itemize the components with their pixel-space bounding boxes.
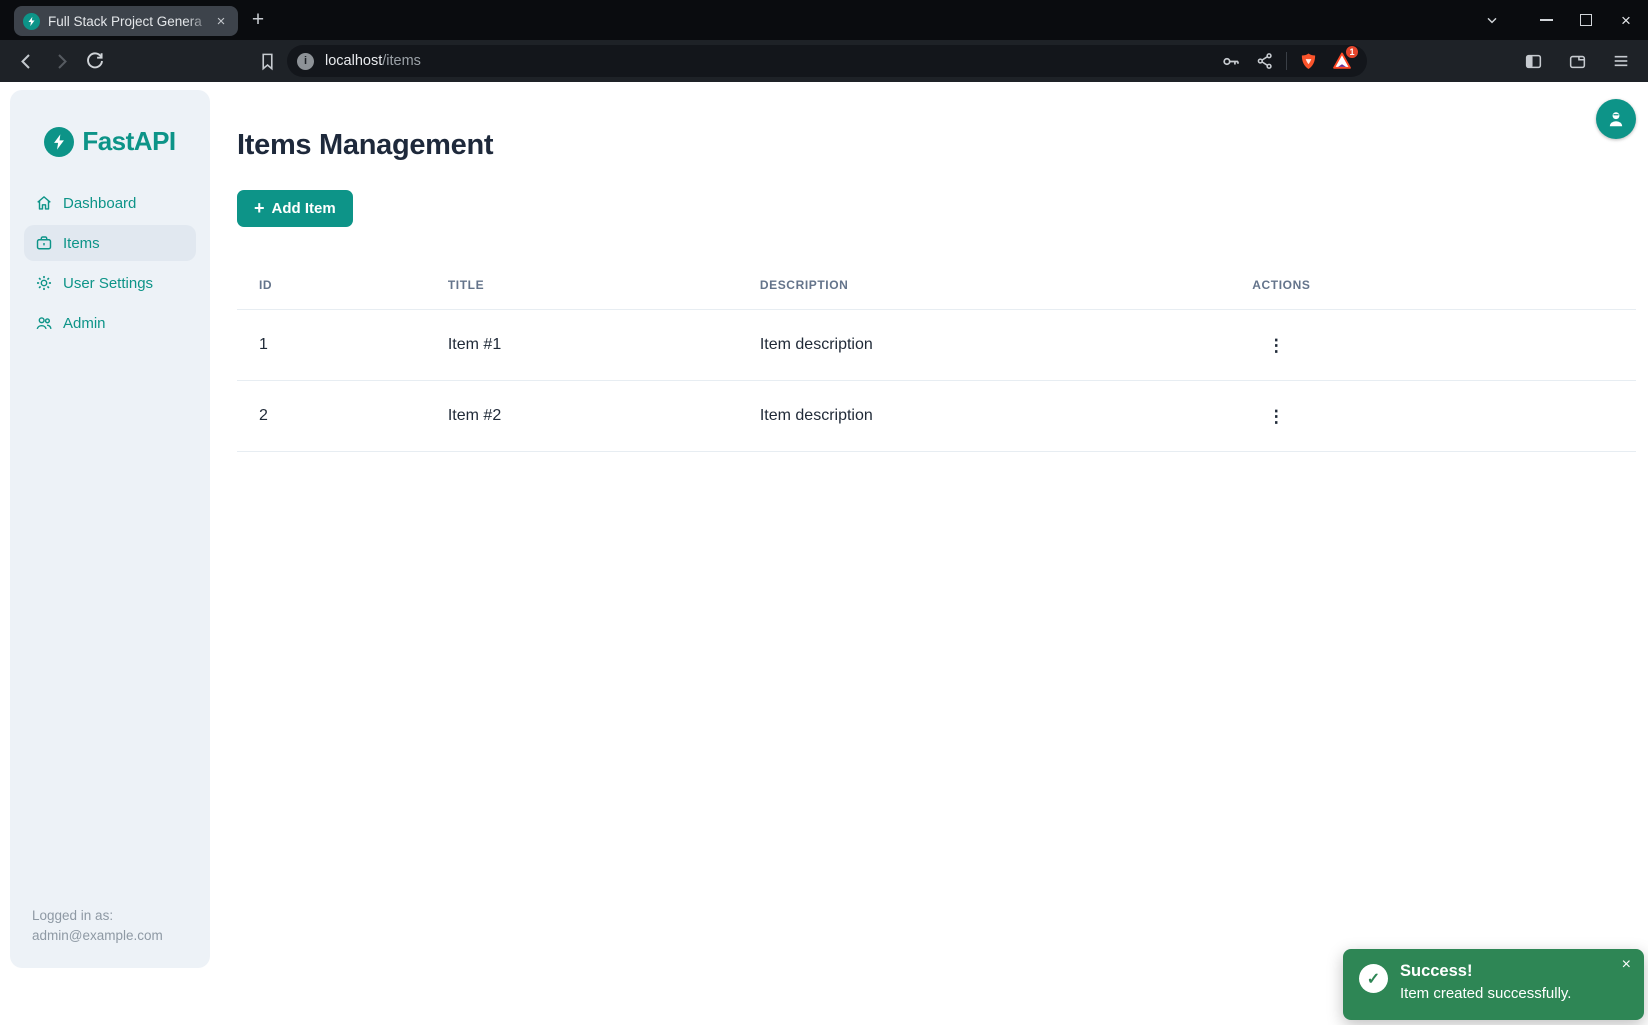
tab-strip: Full Stack Project Genera × + × [0, 0, 1648, 40]
logged-in-info: Logged in as: admin@example.com [32, 906, 163, 946]
reload-button[interactable] [82, 48, 108, 74]
logged-in-label: Logged in as: [32, 906, 163, 926]
home-icon [35, 194, 53, 212]
add-item-button[interactable]: + Add Item [237, 190, 353, 227]
page-content: FastAPI Dashboard Items User Settings Ad… [0, 82, 1648, 1025]
cell-id: 1 [237, 310, 426, 381]
site-info-icon[interactable]: i [297, 53, 314, 70]
back-button[interactable] [14, 48, 40, 74]
bookmarks-icon[interactable] [258, 52, 277, 71]
window-close-button[interactable]: × [1612, 6, 1640, 34]
column-header-title: TITLE [426, 262, 738, 310]
fastapi-logo: FastAPI [10, 90, 210, 157]
sidebar-item-label: User Settings [63, 275, 153, 292]
toast-message: Item created successfully. [1400, 985, 1571, 1002]
sidebar-item-user-settings[interactable]: User Settings [24, 265, 196, 301]
sidebar-item-label: Items [63, 235, 100, 252]
row-actions-kebab-icon[interactable]: ⋮ [1262, 402, 1290, 430]
table-row: 2 Item #2 Item description ⋮ [237, 381, 1636, 452]
add-item-label: Add Item [272, 200, 336, 217]
sidebar: FastAPI Dashboard Items User Settings Ad… [10, 90, 210, 968]
main-content: Items Management + Add Item ID TITLE DES… [237, 82, 1636, 452]
toast-content: Success! Item created successfully. [1400, 962, 1571, 1006]
window-controls: × [1478, 0, 1640, 40]
toast-title: Success! [1400, 962, 1571, 981]
row-actions-kebab-icon[interactable]: ⋮ [1262, 331, 1290, 359]
logged-in-email: admin@example.com [32, 926, 163, 946]
share-icon[interactable] [1252, 48, 1278, 74]
briefcase-icon [35, 234, 53, 252]
cell-description: Item description [738, 381, 1230, 452]
rewards-badge: 1 [1345, 45, 1359, 59]
user-avatar-button[interactable] [1596, 99, 1636, 139]
logo-text: FastAPI [82, 126, 175, 157]
address-bar[interactable]: i localhost/items 1 [287, 45, 1367, 77]
maximize-button[interactable] [1572, 6, 1600, 34]
url-text: localhost/items [325, 53, 421, 69]
check-circle-icon: ✓ [1359, 964, 1388, 993]
sidebar-item-items[interactable]: Items [24, 225, 196, 261]
column-header-id: ID [237, 262, 426, 310]
brave-rewards-icon[interactable]: 1 [1329, 48, 1355, 74]
tab-title: Full Stack Project Genera [48, 14, 212, 29]
cell-title: Item #2 [426, 381, 738, 452]
sidebar-item-admin[interactable]: Admin [24, 305, 196, 341]
success-toast: ✓ Success! Item created successfully. × [1343, 949, 1644, 1020]
user-icon [1605, 108, 1627, 130]
plus-icon: + [254, 198, 265, 219]
tab-close-icon[interactable]: × [212, 12, 230, 30]
cell-title: Item #1 [426, 310, 738, 381]
cell-description: Item description [738, 310, 1230, 381]
sidebar-nav: Dashboard Items User Settings Admin [10, 185, 210, 341]
users-icon [35, 314, 53, 332]
toolbar-separator [1286, 52, 1287, 70]
sidebar-item-label: Dashboard [63, 195, 136, 212]
page-title: Items Management [237, 128, 1636, 162]
sidebar-item-label: Admin [63, 315, 106, 332]
toolbar-right-icons [1512, 48, 1634, 74]
new-tab-button[interactable]: + [246, 8, 270, 32]
gear-icon [35, 274, 53, 292]
forward-button[interactable] [48, 48, 74, 74]
password-key-icon[interactable] [1218, 48, 1244, 74]
minimize-button[interactable] [1532, 6, 1560, 34]
table-row: 1 Item #1 Item description ⋮ [237, 310, 1636, 381]
url-host: localhost [325, 53, 382, 69]
brave-shield-icon[interactable] [1295, 48, 1321, 74]
browser-toolbar: i localhost/items 1 [0, 40, 1648, 82]
cell-id: 2 [237, 381, 426, 452]
menu-icon[interactable] [1608, 48, 1634, 74]
table-header-row: ID TITLE DESCRIPTION ACTIONS [237, 262, 1636, 310]
url-path: /items [382, 53, 421, 69]
fastapi-favicon-icon [23, 13, 40, 30]
sidebar-item-dashboard[interactable]: Dashboard [24, 185, 196, 221]
sidebar-panel-icon[interactable] [1520, 48, 1546, 74]
wallet-icon[interactable] [1564, 48, 1590, 74]
items-table: ID TITLE DESCRIPTION ACTIONS 1 Item #1 I… [237, 262, 1636, 452]
fastapi-logo-icon [44, 127, 74, 157]
toast-close-icon[interactable]: × [1622, 957, 1631, 973]
browser-tab[interactable]: Full Stack Project Genera × [14, 6, 238, 36]
column-header-description: DESCRIPTION [738, 262, 1230, 310]
search-tabs-chevron-icon[interactable] [1478, 6, 1506, 34]
column-header-actions: ACTIONS [1230, 262, 1636, 310]
